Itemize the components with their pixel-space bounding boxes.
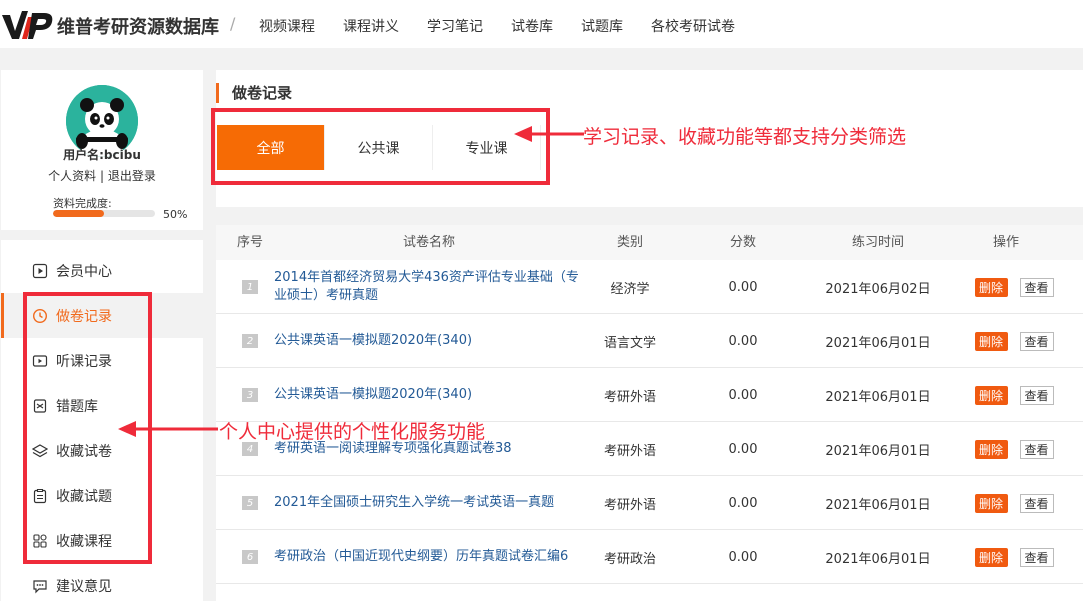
col-header-category: 类别 bbox=[616, 235, 643, 250]
nav-school-papers[interactable]: 各校考研试卷 bbox=[651, 16, 735, 36]
col-header-score: 分数 bbox=[729, 235, 756, 250]
vip-logo[interactable] bbox=[2, 9, 54, 43]
row-number: 3 bbox=[242, 388, 258, 402]
score-cell: 0.00 bbox=[728, 495, 758, 511]
tabs-annotation-text: 学习记录、收藏功能等都支持分类筛选 bbox=[583, 126, 907, 148]
category-cell: 经济学 bbox=[610, 281, 650, 297]
col-header-no: 序号 bbox=[236, 235, 263, 250]
col-header-title: 试卷名称 bbox=[402, 235, 455, 250]
nav-study-notes[interactable]: 学习笔记 bbox=[427, 16, 483, 36]
time-cell: 2021年06月02日 bbox=[825, 281, 931, 297]
top-bar: 维普考研资源数据库 / 视频课程 课程讲义 学习笔记 试卷库 试题库 各校考研试… bbox=[0, 0, 1083, 48]
records-table: 序号 试卷名称 类别 分数 练习时间 操作 1 2014年首都经济贸易大学436资… bbox=[216, 225, 1083, 601]
row-number: 1 bbox=[242, 280, 258, 294]
time-cell: 2021年06月01日 bbox=[825, 551, 931, 567]
link-divider: | bbox=[99, 169, 105, 183]
profile-link[interactable]: 个人资料 bbox=[48, 169, 96, 183]
paper-title-link[interactable]: 公共课英语一模拟题2020年(340) bbox=[274, 368, 584, 422]
table-header: 序号 试卷名称 类别 分数 练习时间 操作 bbox=[216, 225, 1083, 260]
nav-course-handouts[interactable]: 课程讲义 bbox=[343, 16, 399, 36]
row-number: 6 bbox=[242, 550, 258, 564]
actions-cell: 删除 查看 bbox=[964, 476, 1064, 530]
nav-video-courses[interactable]: 视频课程 bbox=[259, 16, 315, 36]
site-title[interactable]: 维普考研资源数据库 bbox=[57, 13, 219, 39]
menu-annotation-text: 个人中心提供的个性化服务功能 bbox=[219, 421, 486, 443]
paper-title-link[interactable]: 考研政治（中国近现代史纲要）历年真题试卷汇编6 bbox=[274, 530, 584, 584]
delete-button[interactable]: 删除 bbox=[974, 547, 1008, 567]
actions-cell: 删除 查看 bbox=[964, 260, 1064, 314]
completion-progress-fill bbox=[53, 210, 104, 217]
paper-title-link[interactable]: 公共课英语一模拟题2020年(340) bbox=[274, 314, 584, 368]
delete-button[interactable]: 删除 bbox=[974, 331, 1008, 351]
time-cell: 2021年06月01日 bbox=[825, 497, 931, 513]
page-title: 做卷记录 bbox=[216, 83, 292, 103]
time-cell: 2021年06月01日 bbox=[825, 335, 931, 351]
category-cell: 考研外语 bbox=[603, 443, 656, 459]
col-header-actions: 操作 bbox=[992, 235, 1019, 250]
play-square-icon bbox=[32, 263, 48, 279]
col-header-time: 练习时间 bbox=[851, 235, 904, 250]
sidebar-item-label: 会员中心 bbox=[56, 263, 112, 280]
row-number: 4 bbox=[242, 442, 258, 456]
tabs-highlight-box bbox=[211, 108, 550, 185]
actions-cell: 删除 查看 bbox=[964, 368, 1064, 422]
table-row: 3 公共课英语一模拟题2020年(340) 考研外语 0.00 2021年06月01日 删… bbox=[216, 368, 1083, 422]
score-cell: 0.00 bbox=[728, 333, 758, 349]
table-row: 2 公共课英语一模拟题2020年(340) 语言文学 0.00 2021年06月01日 删… bbox=[216, 314, 1083, 368]
actions-cell: 删除 查看 bbox=[964, 422, 1064, 476]
score-cell: 0.00 bbox=[728, 441, 758, 457]
completion-percent: 50% bbox=[163, 208, 188, 221]
sidebar-item-label: 建议意见 bbox=[56, 578, 112, 595]
score-cell: 0.00 bbox=[728, 279, 758, 295]
view-button[interactable]: 查看 bbox=[1019, 277, 1054, 297]
menu-annotation-arrow bbox=[118, 421, 218, 437]
completion-progress-bar bbox=[53, 210, 155, 217]
view-button[interactable]: 查看 bbox=[1019, 547, 1054, 567]
category-cell: 考研政治 bbox=[603, 551, 656, 567]
sidebar-item-feedback[interactable]: 建议意见 bbox=[1, 563, 203, 601]
delete-button[interactable]: 删除 bbox=[974, 439, 1008, 459]
delete-button[interactable]: 删除 bbox=[974, 493, 1008, 513]
delete-button[interactable]: 删除 bbox=[974, 277, 1008, 297]
category-cell: 考研外语 bbox=[603, 497, 656, 513]
nav-paper-library[interactable]: 试卷库 bbox=[511, 16, 553, 36]
row-number: 2 bbox=[242, 334, 258, 348]
row-number: 5 bbox=[242, 496, 258, 510]
time-cell: 2021年06月01日 bbox=[825, 389, 931, 405]
category-cell: 语言文学 bbox=[603, 335, 656, 351]
paper-title-link[interactable]: 2014年首都经济贸易大学436资产评估专业基础（专业硕士）考研真题 bbox=[274, 260, 584, 314]
view-button[interactable]: 查看 bbox=[1019, 385, 1054, 405]
top-nav: 视频课程 课程讲义 学习笔记 试卷库 试题库 各校考研试卷 bbox=[259, 16, 763, 36]
tabs-annotation-arrow bbox=[514, 126, 584, 142]
sidebar-item-member-center[interactable]: 会员中心 bbox=[1, 248, 203, 293]
category-cell: 考研外语 bbox=[603, 389, 656, 405]
view-button[interactable]: 查看 bbox=[1019, 493, 1054, 513]
username: 用户名:bcibu bbox=[63, 148, 141, 162]
table-row: 6 考研政治（中国近现代史纲要）历年真题试卷汇编6 考研政治 0.00 2021年06月… bbox=[216, 530, 1083, 584]
view-button[interactable]: 查看 bbox=[1019, 331, 1054, 351]
score-cell: 0.00 bbox=[728, 549, 758, 565]
profile-card: 用户名:bcibu 个人资料 | 退出登录 资料完成度: 50% bbox=[1, 70, 203, 230]
delete-button[interactable]: 删除 bbox=[974, 385, 1008, 405]
paper-title-link[interactable]: 2021年全国硕士研究生入学统一考试英语一真题 bbox=[274, 476, 584, 530]
nav-question-library[interactable]: 试题库 bbox=[581, 16, 623, 36]
title-separator: / bbox=[230, 14, 236, 33]
score-cell: 0.00 bbox=[728, 387, 758, 403]
table-row: 5 2021年全国硕士研究生入学统一考试英语一真题 考研外语 0.00 2021年06月… bbox=[216, 476, 1083, 530]
actions-cell: 删除 查看 bbox=[964, 530, 1064, 584]
table-row: 1 2014年首都经济贸易大学436资产评估专业基础（专业硕士）考研真题 经济学 0.… bbox=[216, 260, 1083, 314]
chat-icon bbox=[32, 578, 48, 594]
view-button[interactable]: 查看 bbox=[1019, 439, 1054, 459]
actions-cell: 删除 查看 bbox=[964, 314, 1064, 368]
logout-link[interactable]: 退出登录 bbox=[108, 169, 156, 183]
completion-label: 资料完成度: bbox=[53, 197, 112, 210]
profile-links: 个人资料 | 退出登录 bbox=[1, 167, 203, 184]
time-cell: 2021年06月01日 bbox=[825, 443, 931, 459]
